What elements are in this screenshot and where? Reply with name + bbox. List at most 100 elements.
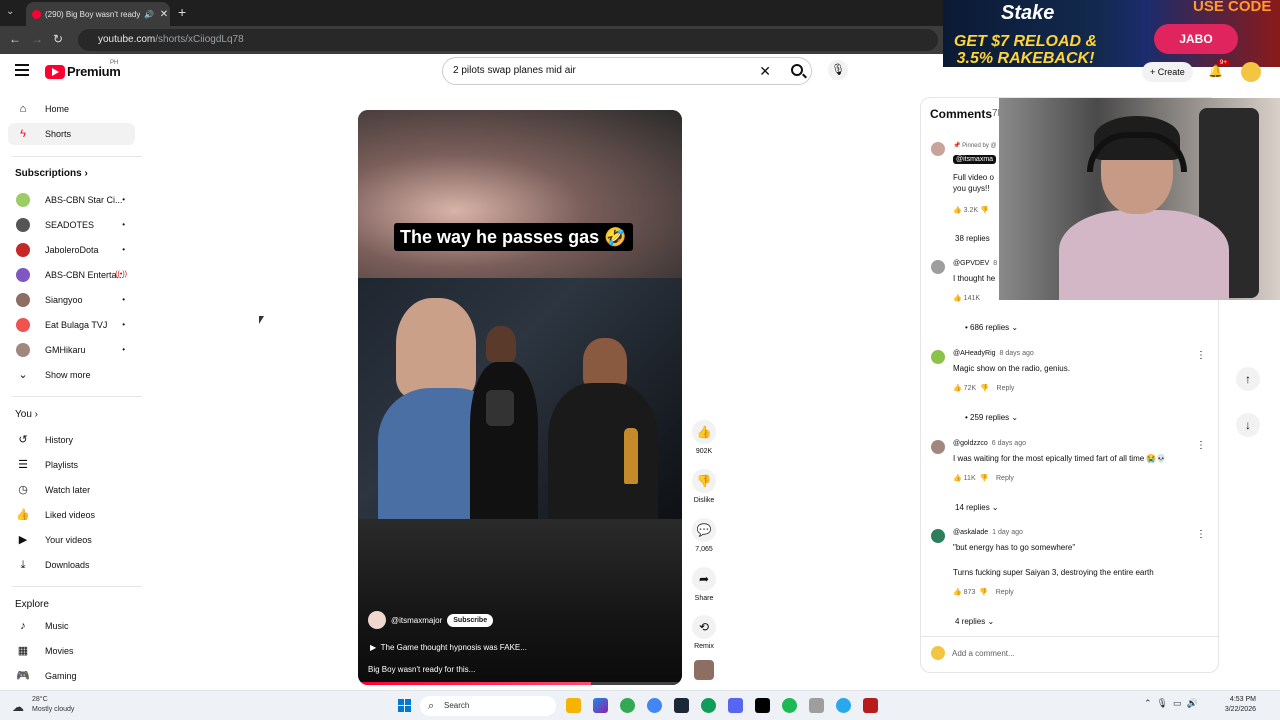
browser-icon[interactable] [701,698,716,713]
system-tray[interactable]: ⌃ 🎙 ▭ 🔊 [1144,698,1198,709]
next-short-button[interactable]: ↓ [1236,413,1260,437]
menu-icon[interactable] [15,64,29,79]
sidebar-sub-item[interactable]: JaboleroDota • [8,239,135,261]
reply-button[interactable]: Reply [996,589,1014,596]
progress-bar[interactable] [358,682,682,685]
app-icon[interactable] [755,698,770,713]
steam-icon[interactable] [674,698,689,713]
comment-author[interactable]: @AHeadyRig 8 days ago [953,350,1034,357]
sidebar-item-history[interactable]: ↺ History [8,429,135,451]
copilot-icon[interactable] [593,698,608,713]
clock[interactable]: 4:53 PM 3/22/2026 [1218,695,1256,715]
linked-video-title: The Game thought hypnosis was FAKE... [380,643,527,652]
dota-icon[interactable] [863,698,878,713]
you-heading[interactable]: You › [15,409,38,420]
replies-toggle[interactable]: 4 replies ⌄ [955,617,994,626]
reply-button[interactable]: Reply [997,385,1015,392]
forward-icon[interactable]: → [31,32,43,46]
commenter-avatar[interactable] [931,529,945,543]
sidebar-item-watch-later[interactable]: ◷ Watch later [8,479,135,501]
address-bar[interactable]: youtube.com/shorts/xCiiogdLq78 [78,29,938,51]
sidebar-sub-item[interactable]: GMHikaru • [8,339,135,361]
discord-icon[interactable] [728,698,743,713]
comments-button[interactable]: 💬 7,065 [692,518,716,553]
more-options-icon[interactable]: ⋮ [1196,529,1206,540]
subscriptions-heading[interactable]: Subscriptions › [15,168,88,179]
comment-author[interactable]: @askalade 1 day ago [953,529,1023,536]
sidebar-item-movies[interactable]: ▦ Movies [8,640,135,662]
premium-logo-text[interactable]: Premium [67,64,121,79]
sidebar-sub-item[interactable]: Eat Bulaga TVJ • [8,314,135,336]
chrome-icon[interactable] [620,698,635,713]
more-options-icon[interactable]: ⋮ [1196,440,1206,451]
search-icon[interactable] [791,64,803,76]
sidebar-sub-item[interactable]: ABS-CBN Enterta... ((•)) [8,264,135,286]
sidebar-item-playlists[interactable]: ☰ Playlists [8,454,135,476]
commenter-avatar[interactable] [931,142,945,156]
sidebar-sub-item[interactable]: SEADOTES • [8,214,135,236]
commenter-avatar[interactable] [931,350,945,364]
weather-condition: Mostly cloudy [32,706,75,713]
file-explorer-icon[interactable] [566,698,581,713]
sidebar-item-shorts[interactable]: ϟ Shorts [8,123,135,145]
sound-source-button[interactable] [692,660,716,680]
divider [12,586,142,587]
sidebar-item-liked-videos[interactable]: 👍 Liked videos [8,504,135,526]
channel-handle[interactable]: @itsmaxmajor [391,616,442,625]
search-query: 2 pilots swap planes mid air [453,65,576,76]
browser-tab[interactable]: (290) Big Boy wasn't ready 🔊 ✕ [26,2,170,26]
linked-video[interactable]: ▶ The Game thought hypnosis was FAKE... [370,643,527,652]
telegram-icon[interactable] [836,698,851,713]
microphone-icon[interactable]: 🎙 [828,60,848,80]
commenter-avatar[interactable] [931,260,945,274]
sidebar-item-music[interactable]: ♪ Music [8,615,135,637]
create-button[interactable]: + Create [1142,62,1193,82]
shorts-player[interactable]: The way he passes gas 🤣 @itsmaxmajor Sub… [358,110,682,685]
speaker-icon[interactable]: 🔊 [144,10,154,19]
calculator-icon[interactable] [809,698,824,713]
sidebar-sub-item[interactable]: ABS-CBN Star Ci... • [8,189,135,211]
back-icon[interactable]: ← [9,32,21,46]
show-more-button[interactable]: ⌄ Show more [8,364,135,386]
comment-author[interactable]: @itsmaxma [953,155,997,164]
close-tab-icon[interactable]: ✕ [158,9,170,20]
sidebar-item-downloads[interactable]: ⤓ Downloads [8,554,135,576]
replies-toggle[interactable]: • 686 replies ⌄ [965,323,1018,332]
comment-text: Magic show on the radio, genius. [953,364,1070,373]
replies-toggle[interactable]: • 259 replies ⌄ [965,413,1018,422]
sidebar-item-home[interactable]: ⌂ Home [8,98,135,120]
comment-author[interactable]: @GPVDEV 8 [953,260,997,267]
taskbar-search[interactable]: Search [420,696,556,716]
spotify-icon[interactable] [782,698,797,713]
more-options-icon[interactable]: ⋮ [1196,350,1206,361]
like-button[interactable]: 👍 902K [692,420,716,455]
new-tab-icon[interactable]: + [178,4,186,20]
remix-button[interactable]: ⟲ Remix [692,615,716,650]
sidebar-item-your-videos[interactable]: ▶ Your videos [8,529,135,551]
subscribe-button[interactable]: Subscribe [447,613,494,627]
weather-temp: 28°C [32,696,48,703]
replies-toggle[interactable]: 38 replies [955,234,990,243]
clear-search-icon[interactable]: ✕ [759,58,771,84]
search-input[interactable]: 2 pilots swap planes mid air ✕ [442,57,812,85]
start-windows-icon[interactable] [398,699,411,712]
replies-label: 259 replies [970,413,1010,422]
tab-search-icon[interactable]: ⌄ [6,6,14,17]
sidebar-item-gaming[interactable]: 🎮 Gaming [8,665,135,687]
channel-avatar[interactable] [368,611,386,629]
previous-short-button[interactable]: ↑ [1236,367,1260,391]
add-comment-input[interactable]: Add a comment... [952,649,1015,658]
sidebar-sub-item[interactable]: Siangyoo • [8,289,135,311]
comment-author[interactable]: @goldzzco 6 days ago [953,440,1026,447]
account-avatar[interactable] [1241,62,1261,82]
share-button[interactable]: ➦ Share [692,567,716,602]
notifications-bell-icon[interactable]: 🔔 [1208,64,1223,78]
youtube-logo-icon[interactable] [45,65,65,79]
dislike-button[interactable]: 👎 Dislike [692,469,716,504]
chrome-profile-icon[interactable] [647,698,662,713]
commenter-avatar[interactable] [931,440,945,454]
reply-button[interactable]: Reply [996,475,1014,482]
reload-icon[interactable]: ↻ [53,32,63,46]
replies-toggle[interactable]: 14 replies ⌄ [955,503,999,512]
sidebar: ⌂ Home ϟ Shorts Subscriptions › ABS-CBN … [0,90,145,690]
